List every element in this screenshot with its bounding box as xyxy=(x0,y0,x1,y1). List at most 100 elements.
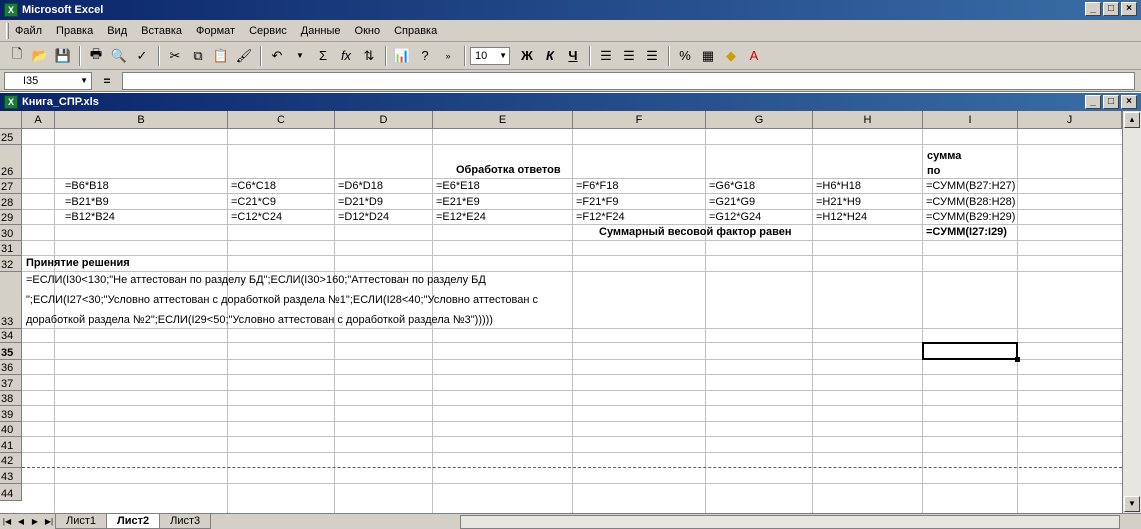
align-left-icon[interactable]: ☰ xyxy=(595,45,617,67)
row-header-27[interactable]: 27 xyxy=(0,179,22,194)
cell-d28[interactable]: =D21*D9 xyxy=(336,196,383,209)
workbook-minimize-button[interactable]: _ xyxy=(1085,95,1101,109)
menu-format[interactable]: Формат xyxy=(196,25,235,37)
cell-b28[interactable]: =B21*B9 xyxy=(63,196,109,209)
cut-icon[interactable]: ✂ xyxy=(164,45,186,67)
close-button[interactable]: × xyxy=(1121,2,1137,16)
italic-button[interactable]: К xyxy=(539,45,561,67)
workbook-close-button[interactable]: × xyxy=(1121,95,1137,109)
select-all-corner[interactable] xyxy=(0,111,22,129)
menu-data[interactable]: Данные xyxy=(301,25,341,37)
cell-f29[interactable]: =F12*F24 xyxy=(574,211,625,224)
row-header-28[interactable]: 28 xyxy=(0,194,22,210)
menu-tools[interactable]: Сервис xyxy=(249,25,287,37)
active-cell-selection[interactable] xyxy=(922,342,1020,362)
sheet-tab-1[interactable]: Лист1 xyxy=(55,514,108,529)
cell-i29[interactable]: =СУММ(B29:H29) xyxy=(924,211,1015,224)
font-color-icon[interactable]: A xyxy=(743,45,765,67)
name-box[interactable]: I35 ▼ xyxy=(4,71,92,90)
row-header-39[interactable]: 39 xyxy=(0,406,22,422)
cell-h28[interactable]: =H21*H9 xyxy=(814,196,861,209)
print-preview-icon[interactable]: 🔍 xyxy=(108,45,130,67)
row-header-32[interactable]: 32 xyxy=(0,256,22,272)
cell-e27[interactable]: =E6*E18 xyxy=(434,180,480,193)
menu-help[interactable]: Справка xyxy=(394,25,437,37)
cell-header-processing[interactable]: Обработка ответов xyxy=(454,164,561,177)
align-right-icon[interactable]: ☰ xyxy=(641,45,663,67)
row-header-30[interactable]: 30 xyxy=(0,225,22,241)
first-sheet-icon[interactable]: |◀ xyxy=(0,515,14,529)
row-header-40[interactable]: 40 xyxy=(0,422,22,437)
cell-e29[interactable]: =E12*E24 xyxy=(434,211,486,224)
column-header-c[interactable]: C xyxy=(228,111,335,129)
cell-e28[interactable]: =E21*E9 xyxy=(434,196,480,209)
cell-b27[interactable]: =B6*B18 xyxy=(63,180,109,193)
row-header-29[interactable]: 29 xyxy=(0,210,22,225)
sheet-tab-2[interactable]: Лист2 xyxy=(106,514,161,529)
worksheet-grid[interactable]: A B C D E F G H I J 25 26 27 28 29 30 31… xyxy=(0,111,1122,513)
row-header-44[interactable]: 44 xyxy=(0,484,22,501)
formula-input[interactable] xyxy=(122,71,1135,90)
cell-d29[interactable]: =D12*D24 xyxy=(336,211,389,224)
row-header-36[interactable]: 36 xyxy=(0,360,22,375)
column-header-g[interactable]: G xyxy=(706,111,813,129)
format-painter-icon[interactable]: 🖌 xyxy=(233,45,255,67)
function-icon[interactable]: fx xyxy=(335,45,357,67)
prev-sheet-icon[interactable]: ◀ xyxy=(14,515,28,529)
column-header-f[interactable]: F xyxy=(573,111,706,129)
cell-f27[interactable]: =F6*F18 xyxy=(574,180,619,193)
row-header-25[interactable]: 25 xyxy=(0,129,22,145)
row-header-37[interactable]: 37 xyxy=(0,375,22,391)
cell-g29[interactable]: =G12*G24 xyxy=(707,211,761,224)
cell-a32[interactable]: Принятие решения xyxy=(24,257,130,270)
vertical-scrollbar[interactable]: ▲ ▼ xyxy=(1122,111,1141,513)
row-header-38[interactable]: 38 xyxy=(0,391,22,406)
more-buttons-icon[interactable]: » xyxy=(437,45,459,67)
bold-button[interactable]: Ж xyxy=(516,45,538,67)
borders-icon[interactable]: ▦ xyxy=(697,45,719,67)
chart-wizard-icon[interactable]: 📊 xyxy=(391,45,413,67)
row-header-43[interactable]: 43 xyxy=(0,468,22,484)
column-header-e[interactable]: E xyxy=(433,111,573,129)
cell-total-weight-label[interactable]: Суммарный весовой фактор равен xyxy=(597,226,792,239)
align-center-icon[interactable]: ☰ xyxy=(618,45,640,67)
row-header-41[interactable]: 41 xyxy=(0,437,22,453)
menu-file[interactable]: Файл xyxy=(15,25,42,37)
print-icon[interactable]: 🖶 xyxy=(85,45,107,67)
menu-view[interactable]: Вид xyxy=(107,25,127,37)
help-icon[interactable]: ? xyxy=(414,45,436,67)
column-header-b[interactable]: B xyxy=(55,111,228,129)
column-header-d[interactable]: D xyxy=(335,111,433,129)
row-header-42[interactable]: 42 xyxy=(0,453,22,468)
minimize-button[interactable]: _ xyxy=(1085,2,1101,16)
font-size-select[interactable]: 10 ▼ xyxy=(470,46,510,65)
undo-icon[interactable]: ↶ xyxy=(266,45,288,67)
maximize-button[interactable]: □ xyxy=(1103,2,1119,16)
menu-insert[interactable]: Вставка xyxy=(141,25,182,37)
spellcheck-icon[interactable]: ✓ xyxy=(131,45,153,67)
horizontal-scrollbar[interactable] xyxy=(460,515,1120,529)
cell-i27[interactable]: =СУММ(B27:H27) xyxy=(924,180,1015,193)
sheet-tab-3[interactable]: Лист3 xyxy=(159,514,212,529)
cell-c29[interactable]: =C12*C24 xyxy=(229,211,282,224)
row-header-35[interactable]: 35 xyxy=(0,343,22,360)
cell-h27[interactable]: =H6*H18 xyxy=(814,180,861,193)
column-header-h[interactable]: H xyxy=(813,111,923,129)
workbook-maximize-button[interactable]: □ xyxy=(1103,95,1119,109)
cell-a33-line1[interactable]: =ЕСЛИ(I30<130;"Не аттестован по разделу … xyxy=(24,274,486,287)
new-file-icon[interactable]: 🗋 xyxy=(6,45,28,67)
next-sheet-icon[interactable]: ▶ xyxy=(28,515,42,529)
fill-color-icon[interactable]: ◆ xyxy=(720,45,742,67)
menu-window[interactable]: Окно xyxy=(355,25,381,37)
menu-edit[interactable]: Правка xyxy=(56,25,93,37)
formula-equals[interactable]: = xyxy=(92,74,122,88)
percent-button[interactable]: % xyxy=(674,45,696,67)
autosum-icon[interactable]: Σ xyxy=(312,45,334,67)
sort-ascending-icon[interactable]: ⇅ xyxy=(358,45,380,67)
menu-grip[interactable] xyxy=(6,22,9,39)
cell-g28[interactable]: =G21*G9 xyxy=(707,196,755,209)
row-header-34[interactable]: 34 xyxy=(0,329,22,343)
row-header-31[interactable]: 31 xyxy=(0,241,22,256)
dropdown-arrow-icon[interactable]: ▼ xyxy=(289,45,311,67)
cell-a33-line3[interactable]: доработкой раздела №2";ЕСЛИ(I29<50;"Усло… xyxy=(24,314,493,327)
